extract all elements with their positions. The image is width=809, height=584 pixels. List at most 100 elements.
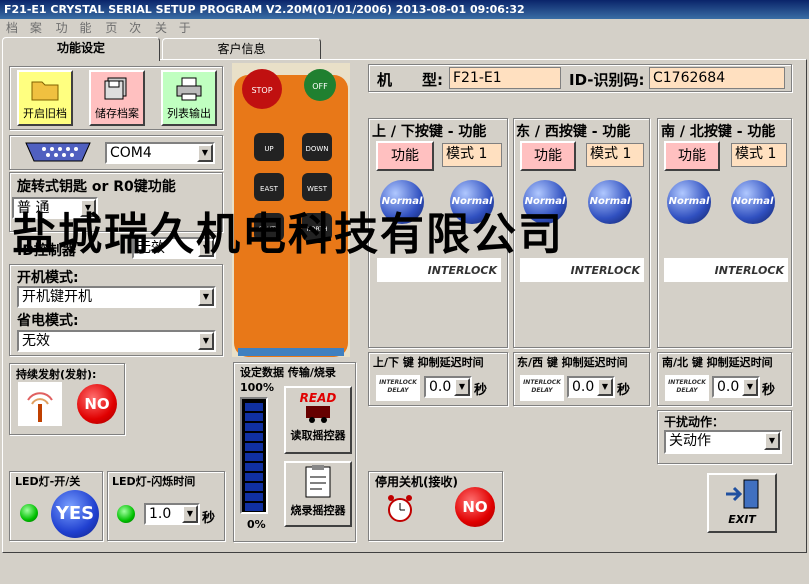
burn-remote-label: 烧录摇控器: [290, 504, 346, 517]
exit-button[interactable]: EXIT: [707, 473, 777, 533]
eastwest-delay-select[interactable]: 0.0 ▼: [567, 376, 615, 398]
shutdown-no-button[interactable]: NO: [455, 487, 495, 527]
menu-bar: 档 案 功 能 页 次 关 于: [0, 19, 809, 37]
read-remote-button[interactable]: READ 读取摇控器: [284, 386, 352, 454]
progress-top-label: 100%: [240, 381, 274, 394]
save-file-button[interactable]: 储存档案: [89, 70, 145, 126]
eastwest-delay-unit: 秒: [617, 383, 631, 398]
floppy-stack-icon: [104, 77, 127, 100]
transfer-progress-bar: [240, 397, 268, 514]
led-blink-label: LED灯-闪烁时间: [112, 475, 196, 488]
southnorth-delay-select[interactable]: 0.0 ▼: [712, 376, 760, 398]
updown-delay-unit: 秒: [474, 383, 488, 398]
chevron-down-icon[interactable]: ▼: [597, 378, 613, 396]
chevron-down-icon[interactable]: ▼: [764, 432, 780, 450]
com-port-select[interactable]: COM4 ▼: [105, 142, 215, 164]
updown-mode-field[interactable]: 模式 1: [442, 143, 502, 167]
burn-remote-button[interactable]: 烧录摇控器: [284, 461, 352, 527]
power-on-value: 开机键开机: [22, 289, 92, 305]
printer-icon: [176, 77, 202, 101]
chevron-down-icon[interactable]: ▼: [742, 378, 758, 396]
window-title: F21-E1 CRYSTAL SERIAL SETUP PROGRAM V2.2…: [0, 0, 809, 19]
led-yes-button[interactable]: YES: [51, 490, 99, 538]
read-icon: READ: [300, 391, 337, 423]
chevron-down-icon[interactable]: ▼: [198, 332, 214, 350]
menu-page[interactable]: 页 次: [105, 21, 145, 35]
updown-delay-icon: INTERLOCK DELAY: [376, 375, 420, 401]
open-file-button[interactable]: 开启旧档: [17, 70, 73, 126]
alarm-clock-icon: [388, 495, 412, 522]
model-field[interactable]: F21-E1: [449, 67, 561, 89]
eastwest-function-button[interactable]: 功能: [520, 141, 576, 171]
menu-about[interactable]: 关 于: [155, 21, 195, 35]
transfer-label: 设定数据 传输/烧录: [240, 366, 336, 379]
remote-down-text: DOWN: [305, 145, 328, 153]
chevron-down-icon[interactable]: ▼: [198, 288, 214, 306]
southnorth-interlock-image[interactable]: INTERLOCK: [664, 258, 788, 282]
power-save-label: 省电模式:: [17, 313, 79, 329]
continuous-no-button[interactable]: NO: [77, 384, 117, 424]
shutdown-label: 停用关机(接收): [375, 475, 458, 489]
eastwest-mode-field[interactable]: 模式 1: [586, 143, 644, 167]
exit-door-icon: [726, 479, 759, 509]
southnorth-delay-unit: 秒: [762, 383, 776, 398]
southnorth-delay-value: 0.0: [717, 379, 740, 395]
save-file-label: 储存档案: [95, 107, 139, 120]
company-watermark: 盐城瑞久机电科技有限公司: [12, 209, 564, 260]
updown-delay-title: 上/下 键 抑制延迟时间: [373, 356, 484, 369]
print-list-label: 列表输出: [167, 107, 211, 120]
menu-file[interactable]: 档 案: [6, 21, 46, 35]
led-blink-select[interactable]: 1.0 ▼: [144, 503, 200, 525]
led-blink-indicator-icon: [117, 505, 135, 523]
read-icon-text: READ: [300, 391, 337, 405]
eastwest-delay-icon: INTERLOCK DELAY: [520, 375, 564, 401]
interference-select[interactable]: 关动作 ▼: [664, 430, 782, 454]
id-field[interactable]: C1762684: [649, 67, 785, 89]
updown-function-button[interactable]: 功能: [376, 141, 434, 171]
key-function-label: 旋转式钥匙 or R0键功能: [17, 179, 176, 195]
exit-label: EXIT: [728, 513, 756, 526]
led-indicator-icon: [20, 504, 38, 522]
tab-function-settings[interactable]: 功能设定: [2, 37, 160, 61]
updown-delay-value: 0.0: [429, 379, 452, 395]
updown-title: 上 / 下按键 - 功能: [372, 124, 487, 140]
open-file-label: 开启旧档: [23, 107, 67, 120]
remote-up-text: UP: [264, 145, 273, 153]
led-blink-unit: 秒: [202, 511, 216, 526]
antenna-icon: [18, 382, 62, 426]
chevron-down-icon[interactable]: ▼: [197, 144, 213, 162]
eastwest-normal-button-2[interactable]: Normal: [588, 180, 632, 224]
southnorth-mode-field[interactable]: 模式 1: [731, 143, 787, 167]
remote-east-text: EAST: [260, 185, 279, 193]
model-label: 机 型:: [377, 71, 443, 89]
power-on-select[interactable]: 开机键开机 ▼: [17, 286, 216, 308]
menu-function[interactable]: 功 能: [56, 21, 96, 35]
power-save-select[interactable]: 无效 ▼: [17, 330, 216, 352]
remote-off-text: OFF: [312, 82, 328, 91]
id-label: ID-识别码:: [569, 71, 645, 89]
folder-icon: [31, 81, 59, 101]
updown-delay-select[interactable]: 0.0 ▼: [424, 376, 472, 398]
clipboard-icon: [305, 465, 331, 498]
remote-west-text: WEST: [307, 185, 328, 193]
chevron-down-icon[interactable]: ▼: [182, 505, 198, 523]
tab-customer-info[interactable]: 客户信息: [162, 38, 321, 60]
southnorth-normal-button-2[interactable]: Normal: [731, 180, 775, 224]
led-onoff-label: LED灯-开/关: [15, 475, 81, 488]
power-save-value: 无效: [22, 333, 50, 349]
progress-bottom-label: 0%: [247, 518, 266, 531]
interference-label: 干扰动作：: [664, 415, 725, 429]
read-remote-label: 读取摇控器: [290, 429, 346, 442]
continuous-label: 持续发射(发射):: [16, 368, 97, 381]
chevron-down-icon[interactable]: ▼: [454, 378, 470, 396]
southnorth-function-button[interactable]: 功能: [664, 141, 720, 171]
southnorth-delay-title: 南/北 键 抑制延迟时间: [662, 356, 773, 369]
interference-value: 关动作: [669, 433, 711, 449]
serial-port-icon: [25, 142, 91, 162]
southnorth-delay-icon: INTERLOCK DELAY: [665, 375, 709, 401]
eastwest-delay-title: 东/西 键 抑制延迟时间: [517, 356, 628, 369]
southnorth-normal-button-1[interactable]: Normal: [667, 180, 711, 224]
print-list-button[interactable]: 列表输出: [161, 70, 217, 126]
led-blink-value: 1.0: [149, 506, 172, 522]
eastwest-title: 东 / 西按键 - 功能: [516, 124, 631, 140]
